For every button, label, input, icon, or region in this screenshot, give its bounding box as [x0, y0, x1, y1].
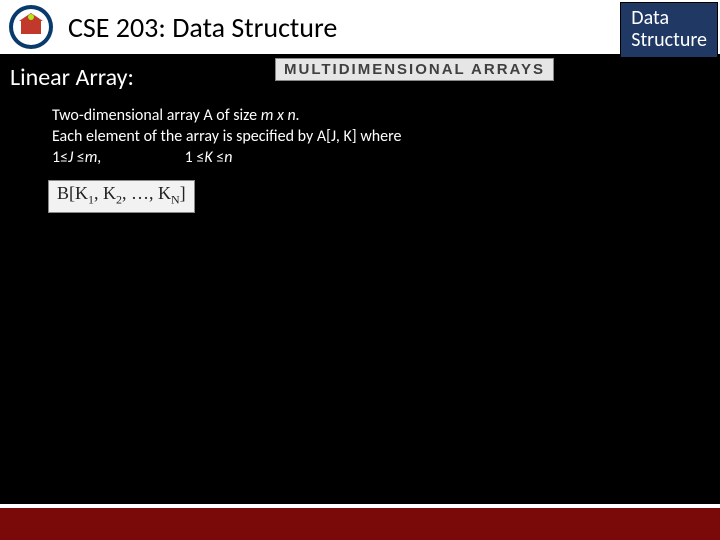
footer-band — [0, 504, 720, 540]
body-line1a: Two-dimensional array A of size — [52, 106, 261, 125]
notation-suffix: ] — [180, 183, 186, 203]
notation-prefix: B[K — [57, 183, 88, 203]
corner-line1: Data — [631, 7, 707, 29]
body-line1b: m x n. — [261, 106, 300, 125]
subhead-label: Linear Array: — [10, 63, 134, 92]
course-title: CSE 203: Data Structure — [68, 10, 337, 45]
topic-badge: MULTIDIMENSIONAL ARRAYS — [275, 58, 554, 81]
subhead-sub: Searching — [148, 67, 227, 91]
notation-box: B[K1, K2, …, KN] — [48, 180, 195, 213]
body-line2: Each element of the array is specified b… — [52, 127, 401, 146]
body-text: Two-dimensional array A of size m x n. E… — [52, 106, 612, 168]
notation-subN: N — [171, 193, 180, 207]
header-band: CSE 203: Data Structure — [0, 0, 720, 55]
subheading-row: Linear Array: Searching — [10, 63, 227, 92]
corner-topic-box: Data Structure — [620, 2, 718, 58]
slide: CSE 203: Data Structure Data Structure L… — [0, 0, 720, 540]
body-line3: 1≤J ≤m, 1 ≤K ≤n — [52, 148, 612, 169]
university-logo-icon — [6, 2, 56, 52]
corner-line2: Structure — [631, 29, 707, 51]
